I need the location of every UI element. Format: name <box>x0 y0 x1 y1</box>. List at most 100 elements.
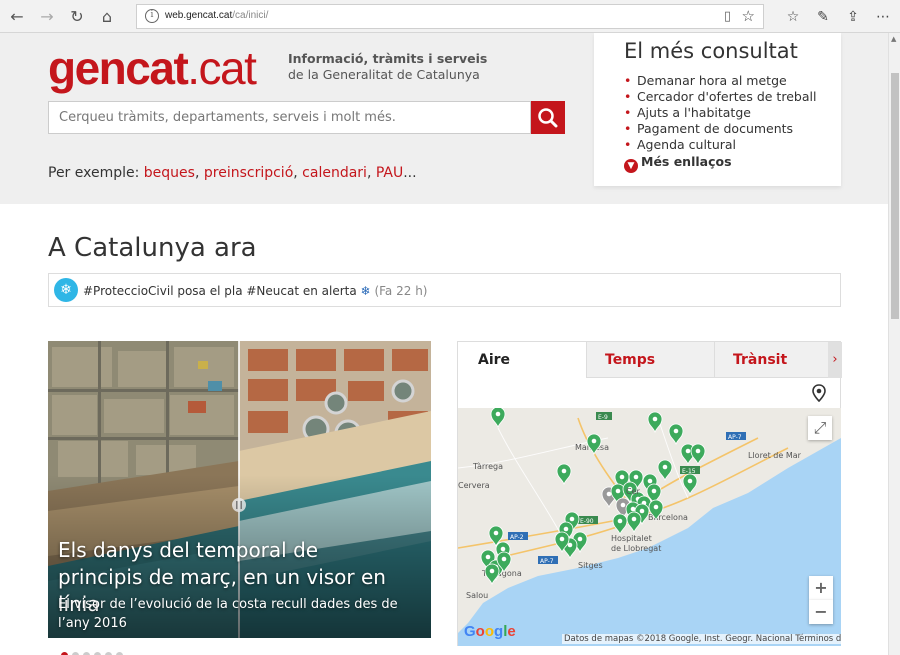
most-consulted-item[interactable]: Cercador d'ofertes de treball <box>624 89 816 105</box>
map-marker-dot <box>652 416 658 422</box>
map-marker-dot <box>567 542 573 548</box>
carousel-pagination <box>61 644 127 655</box>
most-consulted-item[interactable]: Pagament de documents <box>624 121 816 137</box>
svg-text:Sitges: Sitges <box>578 561 603 570</box>
scrollbar-thumb[interactable] <box>891 73 899 319</box>
svg-text:AP-7: AP-7 <box>728 434 742 441</box>
svg-text:Lloret de Mar: Lloret de Mar <box>748 451 802 460</box>
map-marker-dot <box>615 488 621 494</box>
most-consulted-panel: El més consultat Demanar hora al metge C… <box>594 33 841 186</box>
map-marker-dot <box>685 448 691 454</box>
alert-text[interactable]: #ProteccioCivil posa el pla #Neucat en a… <box>83 284 427 298</box>
chevron-down-icon: ▼ <box>624 159 638 173</box>
map-marker-dot <box>501 556 507 562</box>
home-icon[interactable]: ⌂ <box>96 6 118 28</box>
map-marker-dot <box>653 504 659 510</box>
map-marker-dot <box>493 530 499 536</box>
map-marker-dot <box>500 546 506 552</box>
svg-text:Cervera: Cervera <box>458 481 490 490</box>
air-quality-map[interactable]: Manresa Tàrrega Lloret de Mar Hospitalet… <box>458 408 841 646</box>
snowflake-icon: ❄ <box>54 278 78 302</box>
refresh-icon[interactable]: ↻ <box>66 6 88 28</box>
svg-text:Hospitalet: Hospitalet <box>611 534 652 543</box>
zoom-in-button[interactable]: + <box>809 576 833 600</box>
most-consulted-item[interactable]: Agenda cultural <box>624 137 816 153</box>
most-consulted-item[interactable]: Ajuts a l'habitatge <box>624 105 816 121</box>
location-pin-icon[interactable] <box>812 384 826 406</box>
map-marker-dot <box>633 474 639 480</box>
map-marker-dot <box>617 518 623 524</box>
map-marker-dot <box>639 508 645 514</box>
svg-text:Tàrrega: Tàrrega <box>472 462 503 471</box>
map-canvas: Manresa Tàrrega Lloret de Mar Hospitalet… <box>458 408 841 646</box>
more-links-button[interactable]: ▼ Més enllaços <box>624 154 732 173</box>
search-button[interactable] <box>531 101 565 134</box>
most-consulted-item[interactable]: Demanar hora al metge <box>624 73 816 89</box>
address-bar[interactable]: i web.gencat.cat/ca/inici/ ▯ ☆ <box>136 4 764 29</box>
more-menu-icon[interactable]: ⋯ <box>872 6 894 28</box>
most-consulted-list: Demanar hora al metge Cercador d'ofertes… <box>624 73 816 153</box>
svg-text:AP-2: AP-2 <box>510 534 524 541</box>
fullscreen-button[interactable]: ⤢ <box>808 416 832 440</box>
vertical-scrollbar[interactable]: ▲ <box>888 33 900 655</box>
map-marker-dot <box>563 526 569 532</box>
most-consulted-title: El més consultat <box>624 39 798 63</box>
favorites-hub-icon[interactable]: ☆ <box>782 6 804 28</box>
gencat-logo[interactable]: gencat.cat <box>48 41 257 95</box>
search-input[interactable] <box>49 102 530 133</box>
map-marker-dot <box>687 478 693 484</box>
map-marker-dot <box>695 448 701 454</box>
site-tagline: Informació, tràmits i serveis de la Gene… <box>288 51 488 82</box>
map-marker-dot <box>647 478 653 484</box>
example-link-preinscripcio[interactable]: preinscripció <box>204 165 293 181</box>
map-marker-dot <box>561 468 567 474</box>
map-marker-dot <box>489 568 495 574</box>
svg-text:Salou: Salou <box>466 591 488 600</box>
site-info-icon[interactable]: i <box>145 9 159 23</box>
google-logo: Google <box>464 623 516 640</box>
back-icon[interactable]: ← <box>6 6 28 28</box>
example-link-calendari[interactable]: calendari <box>302 165 367 181</box>
example-link-beques[interactable]: beques <box>144 165 195 181</box>
svg-text:E-9: E-9 <box>598 414 608 421</box>
news-carousel[interactable]: Els danys del temporal de principis de m… <box>48 341 431 638</box>
map-marker-dot <box>495 411 501 417</box>
map-marker-dot <box>651 488 657 494</box>
map-marker-dot <box>673 428 679 434</box>
tab-aire[interactable]: Aire <box>458 342 586 378</box>
favorite-star-icon[interactable]: ☆ <box>742 7 755 25</box>
map-marker-dot <box>591 438 597 444</box>
tab-temps[interactable]: Temps <box>586 342 714 378</box>
map-marker-dot <box>662 464 668 470</box>
pen-icon[interactable]: ✎ <box>812 6 834 28</box>
section-title: A Catalunya ara <box>48 233 257 263</box>
search-field[interactable] <box>48 101 531 134</box>
page-content: gencat.cat Informació, tràmits i serveis… <box>0 33 888 655</box>
forward-icon[interactable]: → <box>36 6 58 28</box>
map-attribution[interactable]: Datos de mapas ©2018 Google, Inst. Geogr… <box>562 634 841 644</box>
svg-text:de Llobregat: de Llobregat <box>611 544 661 553</box>
carousel-subtitle: El visor de l’evolució de la costa recul… <box>58 597 398 631</box>
svg-text:AP-7: AP-7 <box>540 558 554 565</box>
svg-text:E-90: E-90 <box>580 518 594 525</box>
map-marker-dot <box>606 491 612 497</box>
browser-toolbar: ← → ↻ ⌂ i web.gencat.cat/ca/inici/ ▯ ☆ ☆… <box>0 0 900 33</box>
info-tabs-panel: Aire Temps Trànsit › Tàrrega Lloret de M… <box>457 341 842 646</box>
map-marker-dot <box>577 536 583 542</box>
share-icon[interactable]: ⇪ <box>842 6 864 28</box>
tabs-next-button[interactable]: › <box>828 342 842 378</box>
search-icon <box>538 108 558 128</box>
url-text[interactable]: web.gencat.cat/ca/inici/ <box>165 10 268 21</box>
tab-transit[interactable]: Trànsit <box>714 342 828 378</box>
scroll-up-icon[interactable]: ▲ <box>891 35 896 43</box>
search-examples: Per exemple: beques, preinscripció, cale… <box>48 165 417 181</box>
reading-view-icon[interactable]: ▯ <box>724 9 731 24</box>
map-marker-dot <box>619 474 625 480</box>
zoom-out-button[interactable]: − <box>809 600 833 624</box>
map-marker-dot <box>631 516 637 522</box>
example-link-pau[interactable]: PAU <box>376 165 403 181</box>
map-marker-dot <box>620 502 626 508</box>
map-marker-dot <box>569 516 575 522</box>
map-marker-dot <box>559 536 565 542</box>
alert-ticker[interactable]: ❄ #ProteccioCivil posa el pla #Neucat en… <box>48 273 841 307</box>
